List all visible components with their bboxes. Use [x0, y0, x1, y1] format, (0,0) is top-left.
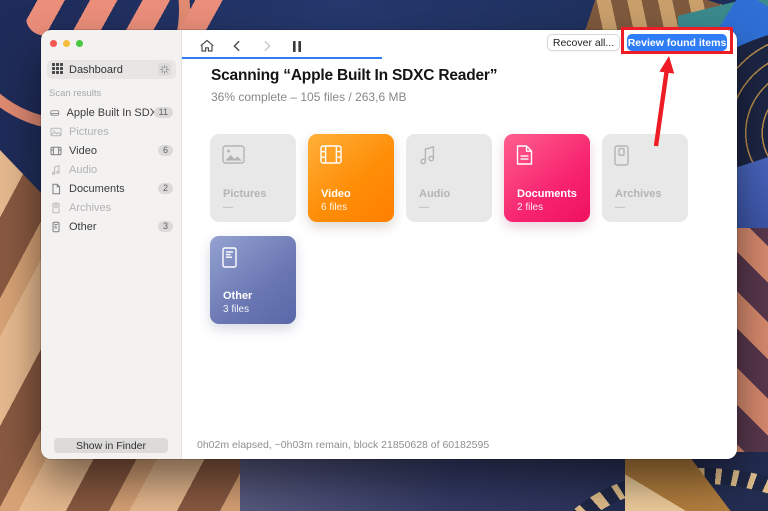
- home-icon[interactable]: [197, 36, 217, 56]
- tile-label: Documents: [517, 188, 577, 200]
- video-icon: [50, 145, 62, 157]
- tile-count: 2 files: [517, 202, 543, 213]
- tile-count: —: [615, 202, 625, 213]
- tile-count: —: [223, 202, 233, 213]
- documents-icon: [50, 183, 62, 195]
- tile-count: 3 files: [223, 304, 249, 315]
- tile-audio[interactable]: Audio —: [406, 134, 492, 222]
- sidebar-item-label: Video: [69, 145, 97, 157]
- window-controls: [50, 40, 83, 47]
- audio-tile-icon: [418, 145, 436, 165]
- show-in-finder-button[interactable]: Show in Finder: [54, 438, 168, 453]
- count-badge: 6: [158, 145, 173, 156]
- archives-tile-icon: [614, 145, 629, 166]
- desktop: Dashboard Scan results Apple Bui: [0, 0, 768, 511]
- tile-label: Pictures: [223, 188, 266, 200]
- dashboard-grid-icon: [52, 61, 63, 79]
- documents-tile-icon: [516, 145, 533, 165]
- sidebar-item-label: Other: [69, 221, 97, 233]
- tile-label: Other: [223, 290, 252, 302]
- sidebar: Dashboard Scan results Apple Bui: [41, 30, 182, 459]
- annotation-red-box: [621, 27, 733, 54]
- tile-label: Video: [321, 188, 351, 200]
- tile-other[interactable]: Other 3 files: [210, 236, 296, 324]
- tile-pictures[interactable]: Pictures —: [210, 134, 296, 222]
- sidebar-item-audio[interactable]: Audio: [41, 160, 181, 179]
- zoom-button[interactable]: [76, 40, 83, 47]
- other-icon: [50, 221, 62, 233]
- sidebar-item-label: Apple Built In SDXC…: [67, 107, 154, 119]
- scan-progress-fill: [182, 57, 382, 59]
- sidebar-item-label: Pictures: [69, 126, 109, 138]
- tile-count: 6 files: [321, 202, 347, 213]
- count-badge: 3: [158, 221, 173, 232]
- dashboard-label: Dashboard: [69, 64, 123, 76]
- sidebar-item-other[interactable]: Other 3: [41, 217, 181, 236]
- wallpaper-coin-lobes: [625, 455, 768, 511]
- sidebar-item-label: Audio: [69, 164, 97, 176]
- tile-label: Audio: [419, 188, 450, 200]
- tile-documents[interactable]: Documents 2 files: [504, 134, 590, 222]
- sidebar-item-label: Documents: [69, 183, 125, 195]
- other-tile-icon: [222, 247, 237, 268]
- app-window: Dashboard Scan results Apple Bui: [41, 30, 737, 459]
- recover-all-button[interactable]: Recover all...: [547, 34, 620, 51]
- sidebar-item-device[interactable]: Apple Built In SDXC… 11: [41, 103, 181, 122]
- pictures-tile-icon: [222, 145, 245, 164]
- sidebar-item-video[interactable]: Video 6: [41, 141, 181, 160]
- sidebar-item-archives[interactable]: Archives: [41, 198, 181, 217]
- count-badge: 11: [154, 107, 173, 118]
- scan-results-section-label: Scan results: [49, 88, 101, 99]
- archives-icon: [50, 202, 62, 214]
- minimize-button[interactable]: [63, 40, 70, 47]
- forward-icon[interactable]: [257, 36, 277, 56]
- tile-count: —: [419, 202, 429, 213]
- drive-icon: [50, 107, 60, 119]
- tile-label: Archives: [615, 188, 661, 200]
- sidebar-item-label: Archives: [69, 202, 111, 214]
- sidebar-item-dashboard[interactable]: Dashboard: [47, 60, 176, 79]
- close-button[interactable]: [50, 40, 57, 47]
- page-title: Scanning “Apple Built In SDXC Reader”: [211, 67, 497, 85]
- sidebar-item-documents[interactable]: Documents 2: [41, 179, 181, 198]
- back-icon[interactable]: [227, 36, 247, 56]
- scan-status-text: 0h02m elapsed, ~0h03m remain, block 2185…: [197, 439, 489, 451]
- category-tiles: Pictures — Video 6 files: [210, 134, 688, 324]
- tile-video[interactable]: Video 6 files: [308, 134, 394, 222]
- scan-progress-summary: 36% complete – 105 files / 263,6 MB: [211, 90, 406, 104]
- scanning-spinner-icon: [158, 63, 171, 76]
- annotation-arrow: [648, 54, 678, 150]
- sidebar-item-pictures[interactable]: Pictures: [41, 122, 181, 141]
- scan-results-list: Apple Built In SDXC… 11 Pictures Video 6: [41, 103, 181, 236]
- pictures-icon: [50, 126, 62, 138]
- audio-icon: [50, 164, 62, 176]
- toolbar: [197, 36, 307, 56]
- count-badge: 2: [158, 183, 173, 194]
- pause-icon[interactable]: [287, 36, 307, 56]
- main-content: Recover all... Review found items Scanni…: [182, 30, 737, 459]
- video-tile-icon: [320, 145, 342, 164]
